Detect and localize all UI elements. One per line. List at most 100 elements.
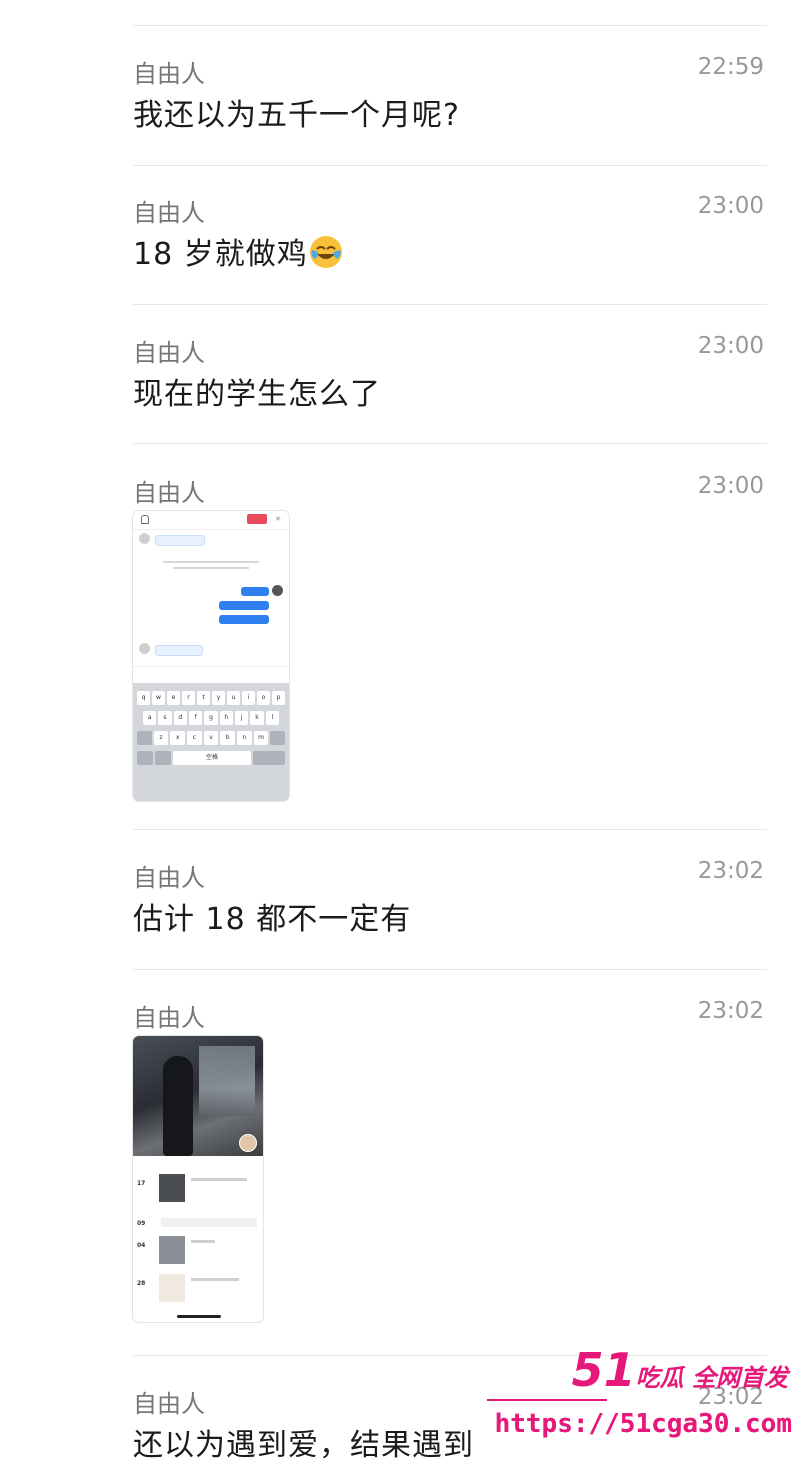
post-caption-line (191, 1240, 215, 1243)
chat-screenshot-image[interactable]: ✕ q w e r t y u i o p a s d f g h j k l … (133, 511, 289, 801)
watermark: 51吃瓜 全网首发 https://51cga30.com https://51… (487, 1343, 794, 1463)
key: k (250, 711, 264, 725)
thumb-bubble (219, 615, 269, 624)
numbers-key (137, 751, 153, 765)
person-silhouette (163, 1056, 193, 1156)
message-text: 我还以为五千一个月呢? (133, 98, 460, 133)
post-date: 09 (137, 1220, 146, 1227)
thumb-text-line (173, 567, 249, 569)
key: l (265, 711, 279, 725)
thumb-bubble (155, 535, 205, 546)
laughing-crying-face-icon (308, 234, 344, 278)
key: y (212, 691, 225, 705)
message-text: 估计 18 都不一定有 (133, 902, 412, 937)
key: c (187, 731, 202, 745)
message-time: 23:00 (697, 473, 764, 499)
message-time: 23:00 (697, 333, 764, 359)
key: h (219, 711, 233, 725)
key: m (253, 731, 269, 745)
thumb-keyboard: q w e r t y u i o p a s d f g h j k l z … (133, 683, 289, 801)
post-caption-line (191, 1278, 239, 1281)
watermark-url: https://51cga30.com (494, 1409, 792, 1439)
post-date: 17 (137, 1180, 146, 1187)
sender-name: 自由人 (133, 864, 205, 892)
sender-name: 自由人 (133, 479, 205, 507)
message-text-wrap: 18 岁就做鸡 (133, 229, 344, 278)
post-row: 28 (137, 1274, 259, 1308)
post-caption-line (161, 1218, 257, 1227)
send-key (253, 751, 286, 765)
message-time: 22:59 (697, 54, 764, 80)
sender-name: 自由人 (133, 339, 205, 367)
watermark-number: 51 (571, 1343, 636, 1397)
sender-name: 自由人 (133, 60, 205, 88)
watermark-line (487, 1399, 607, 1401)
key: p (272, 691, 285, 705)
sender-name: 自由人 (133, 1390, 205, 1418)
thumb-text-line (163, 561, 259, 563)
home-indicator (177, 1315, 221, 1318)
post-row: 17 (137, 1174, 259, 1208)
key: b (220, 731, 236, 745)
post-date: 04 (137, 1242, 146, 1249)
post-caption-line (191, 1178, 247, 1181)
key: n (237, 731, 252, 745)
watermark-text: 吃瓜 全网首发 (635, 1364, 788, 1392)
message-time: 23:00 (697, 193, 764, 219)
thumb-red-button (247, 514, 267, 524)
key: o (257, 691, 270, 705)
post-thumbnail (159, 1236, 185, 1264)
thumb-input-bar (133, 666, 289, 683)
key: z (153, 731, 169, 745)
key: q (137, 691, 150, 705)
key: w (152, 691, 165, 705)
emoji-key (154, 751, 171, 765)
avatar (139, 643, 150, 654)
thumb-bubble (155, 645, 203, 656)
avatar (272, 585, 283, 596)
thumb-bubble (219, 601, 269, 610)
divider (133, 969, 767, 970)
avatar (139, 533, 150, 544)
profile-screenshot-image[interactable]: 17 09 04 28 (133, 1036, 263, 1322)
post-row: 04 (137, 1236, 259, 1270)
shift-key (137, 731, 152, 745)
message-text: 现在的学生怎么了 (133, 377, 381, 412)
key: e (167, 691, 180, 705)
post-date: 28 (137, 1280, 146, 1287)
message-time: 23:02 (697, 998, 764, 1024)
avatar (239, 1134, 257, 1152)
key: j (234, 711, 249, 725)
divider (133, 25, 767, 26)
message-text: 18 岁就做鸡 (133, 237, 308, 272)
key: f (188, 711, 203, 725)
thumb-cover-photo (133, 1036, 263, 1156)
key: d (173, 711, 187, 725)
message-text: 还以为遇到爱，结果遇到 (133, 1428, 474, 1463)
thumb-header: ✕ (133, 511, 289, 530)
key: t (197, 691, 210, 705)
post-thumbnail (159, 1274, 185, 1302)
post-thumbnail (159, 1174, 185, 1202)
divider (133, 443, 767, 444)
sender-name: 自由人 (133, 1004, 205, 1032)
city-background (199, 1046, 255, 1116)
key: s (158, 711, 172, 725)
sender-name: 自由人 (133, 199, 205, 227)
key: u (227, 691, 240, 705)
divider (133, 829, 767, 830)
divider (133, 165, 767, 166)
key: r (182, 691, 195, 705)
backspace-key (270, 731, 286, 745)
key: x (170, 731, 186, 745)
divider (133, 304, 767, 305)
key: a (143, 711, 157, 725)
thumb-bubble (241, 587, 269, 596)
bell-icon (141, 515, 149, 524)
message-time: 23:02 (697, 858, 764, 884)
key: v (203, 731, 219, 745)
key: g (204, 711, 218, 725)
space-key: 空格 (172, 751, 252, 765)
watermark-brand: 51吃瓜 全网首发 (572, 1343, 788, 1397)
close-icon: ✕ (275, 515, 281, 523)
